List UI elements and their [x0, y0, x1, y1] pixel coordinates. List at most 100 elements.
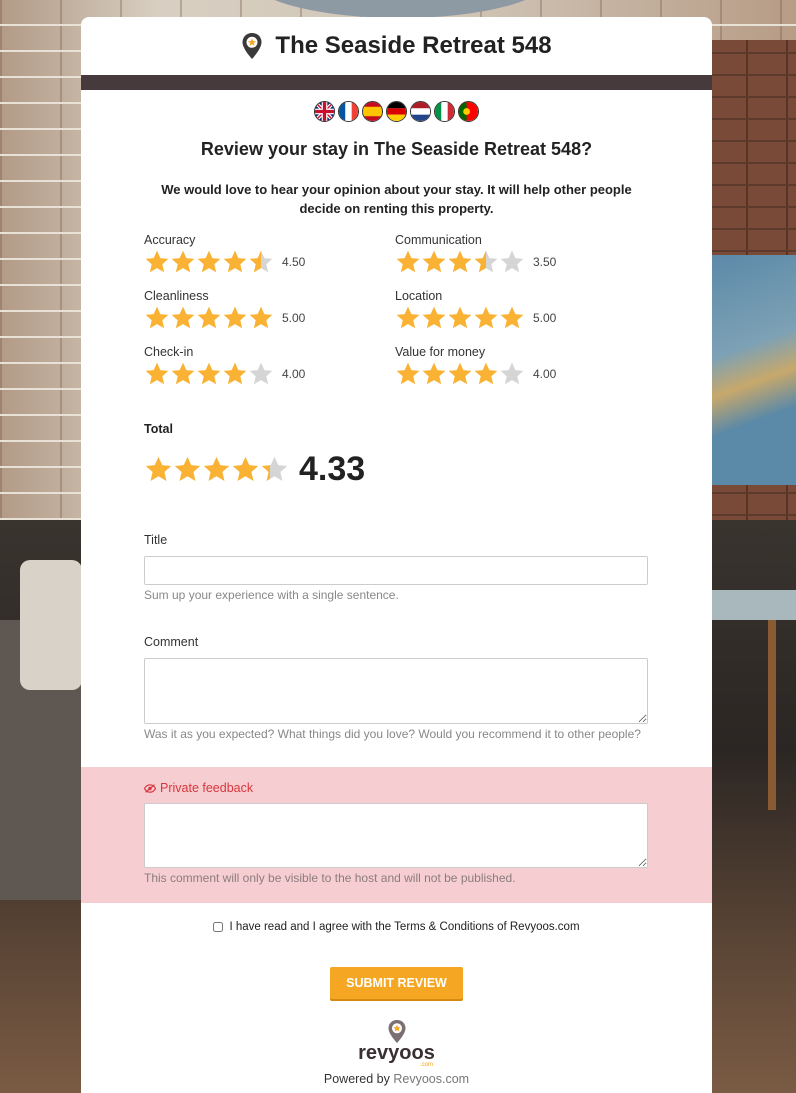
total-rating: 4.33 — [144, 450, 712, 489]
rating-cleanliness: Cleanliness 5.00 — [144, 289, 395, 331]
star-icon[interactable] — [447, 249, 473, 275]
total-stars — [144, 455, 289, 484]
star-icon — [232, 456, 259, 481]
star-icon[interactable] — [248, 249, 274, 275]
rating-label: Check-in — [144, 345, 194, 359]
title-help: Sum up your experience with a single sen… — [144, 588, 399, 602]
terms-checkbox[interactable] — [213, 922, 224, 932]
review-heading: Review your stay in The Seaside Retreat … — [200, 139, 593, 159]
star-icon[interactable] — [499, 249, 525, 275]
private-feedback-help: This comment will only be visible to the… — [144, 871, 516, 885]
star-icon[interactable] — [447, 305, 473, 331]
netherlands-flag-icon[interactable] — [410, 101, 431, 122]
rating-value: 5.00 — [533, 311, 557, 325]
italy-flag-icon[interactable] — [434, 101, 455, 122]
rating-value-for-money: Value for money 4.00 — [395, 345, 646, 387]
star-rating-input[interactable] — [395, 249, 525, 275]
rating-location: Location 5.00 — [395, 289, 646, 331]
language-selector — [81, 101, 712, 122]
star-icon[interactable] — [170, 305, 196, 331]
header-divider — [81, 75, 712, 90]
star-icon[interactable] — [144, 361, 170, 387]
brand-suffix: .com — [419, 1062, 433, 1068]
star-icon[interactable] — [447, 361, 473, 387]
rating-value: 3.50 — [533, 255, 557, 269]
star-icon — [203, 456, 230, 481]
star-icon[interactable] — [170, 249, 196, 275]
private-feedback-label: Private feedback — [144, 781, 712, 795]
private-feedback-section: Private feedback This comment will only … — [81, 767, 712, 903]
star-rating-input[interactable] — [144, 305, 274, 331]
review-card: The Seaside Retreat 548 Review your stay… — [81, 17, 712, 1093]
total-value: 4.33 — [299, 450, 366, 488]
star-icon[interactable] — [473, 305, 499, 331]
star-icon — [174, 456, 201, 481]
rating-label: Value for money — [395, 345, 486, 359]
star-icon[interactable] — [196, 305, 222, 331]
germany-flag-icon[interactable] — [386, 101, 407, 122]
comment-textarea[interactable] — [144, 658, 648, 724]
star-icon[interactable] — [248, 361, 274, 387]
comment-help: Was it as you expected? What things did … — [144, 727, 641, 741]
star-icon[interactable] — [473, 361, 499, 387]
star-rating-input[interactable] — [144, 249, 274, 275]
rating-label: Communication — [395, 233, 482, 247]
star-icon[interactable] — [499, 361, 525, 387]
revyoos-link[interactable]: Revyoos.com — [393, 1072, 469, 1086]
private-feedback-text: Private feedback — [160, 781, 254, 795]
terms-text: I have read and I agree with the Terms &… — [229, 921, 580, 933]
card-header: The Seaside Retreat 548 — [81, 17, 712, 75]
title-label: Title — [144, 533, 168, 547]
submit-review-button[interactable]: SUBMIT REVIEW — [330, 967, 463, 999]
star-icon[interactable] — [196, 249, 222, 275]
title-input[interactable] — [144, 556, 648, 585]
ratings-grid: Accuracy 4.50 Communication 3.50 Cleanli… — [144, 233, 712, 387]
rating-accuracy: Accuracy 4.50 — [144, 233, 395, 275]
rating-value: 4.50 — [282, 255, 306, 269]
rating-value: 4.00 — [533, 367, 557, 381]
star-icon[interactable] — [248, 305, 274, 331]
brand-name: revyoos — [358, 1042, 435, 1064]
star-icon[interactable] — [222, 249, 248, 275]
powered-by-text: Powered by — [323, 1072, 390, 1086]
star-rating-input[interactable] — [395, 361, 525, 387]
terms-agreement[interactable]: I have read and I agree with the Terms &… — [81, 921, 712, 933]
rating-label: Location — [395, 289, 443, 303]
spain-flag-icon[interactable] — [362, 101, 383, 122]
star-icon[interactable] — [421, 361, 447, 387]
star-icon[interactable] — [421, 305, 447, 331]
eye-slash-icon — [144, 783, 156, 793]
comment-label: Comment — [144, 635, 199, 649]
star-icon[interactable] — [222, 305, 248, 331]
france-flag-icon[interactable] — [338, 101, 359, 122]
revyoos-logo-icon — [388, 1020, 405, 1043]
private-feedback-textarea[interactable] — [144, 803, 648, 868]
uk-flag-icon[interactable] — [314, 101, 335, 122]
star-icon — [145, 456, 172, 481]
brand-footer: revyoos .com Powered by Revyoos.com — [81, 1019, 712, 1086]
star-icon[interactable] — [395, 361, 421, 387]
page-title: The Seaside Retreat 548 — [275, 32, 552, 59]
star-rating-input[interactable] — [144, 361, 274, 387]
map-pin-icon — [242, 33, 262, 59]
star-icon[interactable] — [222, 361, 248, 387]
star-icon[interactable] — [170, 361, 196, 387]
rating-label: Accuracy — [144, 233, 196, 247]
rating-communication: Communication 3.50 — [395, 233, 646, 275]
star-icon[interactable] — [196, 361, 222, 387]
rating-value: 5.00 — [282, 311, 306, 325]
review-intro: We would love to hear your opinion about… — [161, 182, 632, 216]
star-rating-input[interactable] — [395, 305, 525, 331]
star-icon[interactable] — [144, 249, 170, 275]
star-icon[interactable] — [499, 305, 525, 331]
portugal-flag-icon[interactable] — [458, 101, 479, 122]
star-icon[interactable] — [395, 249, 421, 275]
rating-check-in: Check-in 4.00 — [144, 345, 395, 387]
total-label: Total — [144, 422, 173, 436]
star-icon[interactable] — [421, 249, 447, 275]
star-icon[interactable] — [395, 305, 421, 331]
star-icon[interactable] — [473, 249, 499, 275]
rating-value: 4.00 — [282, 367, 306, 381]
star-icon[interactable] — [144, 305, 170, 331]
powered-by: Powered by Revyoos.com — [81, 1072, 712, 1086]
